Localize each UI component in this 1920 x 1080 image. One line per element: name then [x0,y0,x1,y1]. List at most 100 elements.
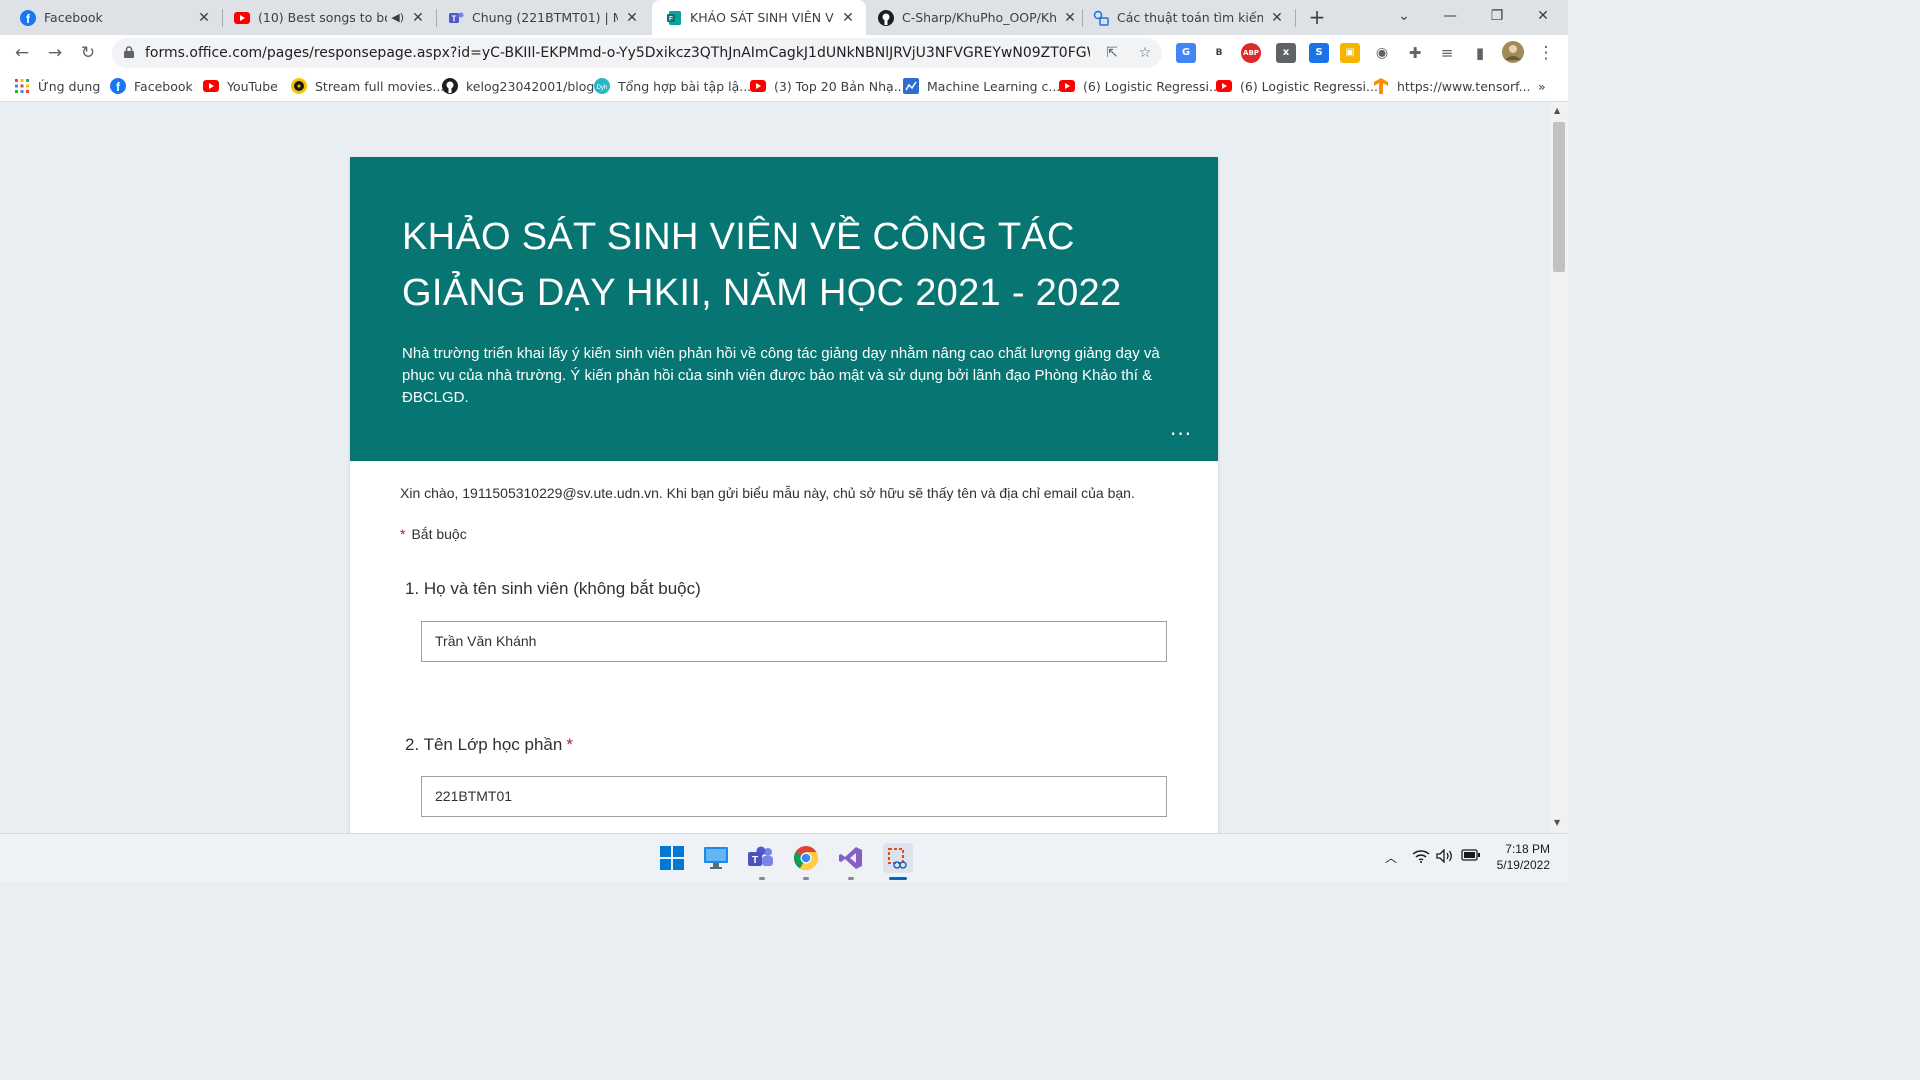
facebook-icon: f [20,9,36,26]
required-legend: * Bắt buộc [400,526,467,542]
bookmark-facebook[interactable]: f Facebook [110,77,193,95]
tab-github[interactable]: C-Sharp/KhuPho_OOP/Khu ✕ [866,0,1088,35]
visual-studio-icon[interactable] [838,845,864,871]
close-tab-icon[interactable]: ✕ [624,10,640,26]
bookmark-label: Facebook [134,78,193,94]
tab-title: (10) Best songs to boos [258,10,387,25]
share-icon[interactable]: ⇱ [1103,44,1121,62]
minimize-button[interactable]: — [1427,0,1473,35]
close-tab-icon[interactable]: ✕ [410,10,426,26]
eye-extension-icon[interactable]: x [1276,43,1296,63]
bookmark-tensorflow[interactable]: https://www.tensorf... [1373,77,1531,95]
bookmark-label: Ứng dụng [38,78,101,94]
question-1-text: 1. Họ và tên sinh viên (không bắt buộc) [405,579,701,598]
bookmark-star-icon[interactable]: ☆ [1136,44,1154,62]
clock-date: 5/19/2022 [1496,858,1550,872]
forms-icon: F [666,10,682,26]
avatar[interactable] [1501,41,1525,65]
url-text[interactable]: forms.office.com/pages/responsepage.aspx… [145,45,1090,61]
wifi-icon[interactable] [1412,849,1430,867]
bookmark-apps[interactable]: Ứng dụng [14,77,100,95]
more-options-icon[interactable]: ··· [1170,424,1192,444]
b-extension-icon[interactable]: B [1209,43,1229,63]
restore-button[interactable]: ❐ [1474,0,1520,35]
show-hidden-icons-chevron[interactable]: ︿ [1385,849,1397,866]
translate-icon[interactable]: G [1176,43,1196,63]
student-name-field[interactable]: Trần Văn Khánh [421,621,1167,662]
question-1-label: 1. Họ và tên sinh viên (không bắt buộc) [405,579,701,599]
question-2-label: 2. Tên Lớp học phần * [405,735,573,755]
bookmark-youtube[interactable]: YouTube [203,77,278,95]
bookmark-github-blog[interactable]: kelog23042001/blog [442,77,594,95]
windows-taskbar: T ︿ 7:18 PM 5/19/2022 [0,833,1568,882]
windows-start-icon[interactable] [659,845,685,871]
tab-separator [1295,9,1296,27]
system-clock[interactable]: 7:18 PM 5/19/2022 [1488,841,1550,873]
frame-extension-icon[interactable]: ▣ [1340,43,1360,63]
bookmark-stream-movies[interactable]: Stream full movies... [291,77,444,95]
bookmarks-bar: Ứng dụng f Facebook YouTube Stream full … [0,71,1568,102]
form-description: Nhà trường triển khai lấy ý kiến sinh vi… [402,345,1160,406]
page-scrollbar[interactable]: ▲ ▼ [1550,102,1568,833]
scroll-up-icon[interactable]: ▲ [1554,106,1560,115]
adblock-icon[interactable]: ABP [1241,43,1261,63]
required-star: * [566,735,573,754]
bookmark-label: YouTube [227,78,278,94]
bookmarks-overflow-chevron[interactable]: » [1538,77,1546,95]
svg-text:T: T [752,855,758,866]
close-tab-icon[interactable]: ✕ [1269,10,1285,26]
svg-text:F: F [669,15,673,22]
back-arrow-icon[interactable]: ← [10,41,34,65]
lock-icon[interactable] [124,46,134,58]
github-icon [878,9,894,26]
tab-search-chevron-icon[interactable]: ⌄ [1381,0,1427,35]
speaker-icon[interactable]: ◀) [391,11,404,24]
bookmark-logistic-1[interactable]: (6) Logistic Regressi... [1059,77,1221,95]
class-section-field[interactable]: 221BTMT01 [421,776,1167,817]
doc-icon [1093,10,1109,26]
new-tab-button[interactable]: + [1305,5,1329,29]
bookmark-label: (6) Logistic Regressi... [1240,78,1378,94]
scrollbar-thumb[interactable] [1553,122,1565,272]
facebook-icon: f [110,78,126,94]
teams-icon: T [448,10,464,26]
battery-icon[interactable] [1461,849,1481,865]
reload-icon[interactable]: ↻ [76,41,100,65]
menu-kebab-icon[interactable]: ⋮ [1534,41,1558,65]
tab-facebook[interactable]: f Facebook ✕ [0,0,222,35]
bookmark-logistic-2[interactable]: (6) Logistic Regressi... [1216,77,1378,95]
volume-icon[interactable] [1436,848,1454,867]
bookmark-label: Stream full movies... [315,78,445,94]
s-extension-icon[interactable]: S [1309,43,1329,63]
scroll-down-icon[interactable]: ▼ [1554,818,1560,827]
chrome-icon[interactable] [793,845,819,871]
youtube-icon [1059,78,1075,94]
puzzle-extensions-icon[interactable]: ✚ [1403,41,1427,65]
tab-search-algorithms[interactable]: Các thuật toán tìm kiếm: tìm ✕ [1073,0,1295,35]
tab-forms-active[interactable]: F KHẢO SÁT SINH VIÊN VỀ C ✕ [652,0,866,35]
window-close-button[interactable]: ✕ [1520,0,1566,35]
close-tab-icon[interactable]: ✕ [196,10,212,26]
tab-teams-chung[interactable]: T Chung (221BTMT01) | Micro ✕ [428,0,650,35]
web-icon: Dyh [594,78,610,94]
teams-icon[interactable]: T [748,845,774,871]
clock-time: 7:18 PM [1505,842,1550,856]
camera-icon[interactable]: ◉ [1372,43,1392,63]
youtube-icon [1216,78,1232,94]
close-tab-icon[interactable]: ✕ [840,10,856,26]
question-2-text: 2. Tên Lớp học phần [405,735,563,754]
desktop-icon[interactable] [703,845,729,871]
snipping-tool-icon[interactable] [883,843,913,873]
side-panel-icon[interactable]: ▮ [1468,41,1492,65]
tab-title: Chung (221BTMT01) | Micro [472,10,618,25]
tab-youtube-songs[interactable]: (10) Best songs to boos ◀) ✕ [214,0,436,35]
bookmark-exercises[interactable]: Dyh Tổng hợp bài tập lậ... [594,77,751,95]
media-control-icon[interactable]: ≡ [1435,41,1459,65]
bookmark-label: https://www.tensorf... [1397,78,1531,94]
forward-arrow-icon[interactable]: → [43,41,67,65]
bookmark-label: Tổng hợp bài tập lậ... [618,78,752,94]
bookmark-youtube-music[interactable]: (3) Top 20 Bản Nhạ... [750,77,906,95]
bookmark-machine-learning[interactable]: Machine Learning c... [903,77,1060,95]
tab-title: KHẢO SÁT SINH VIÊN VỀ C [690,10,834,25]
address-bar[interactable]: forms.office.com/pages/responsepage.aspx… [112,38,1162,68]
